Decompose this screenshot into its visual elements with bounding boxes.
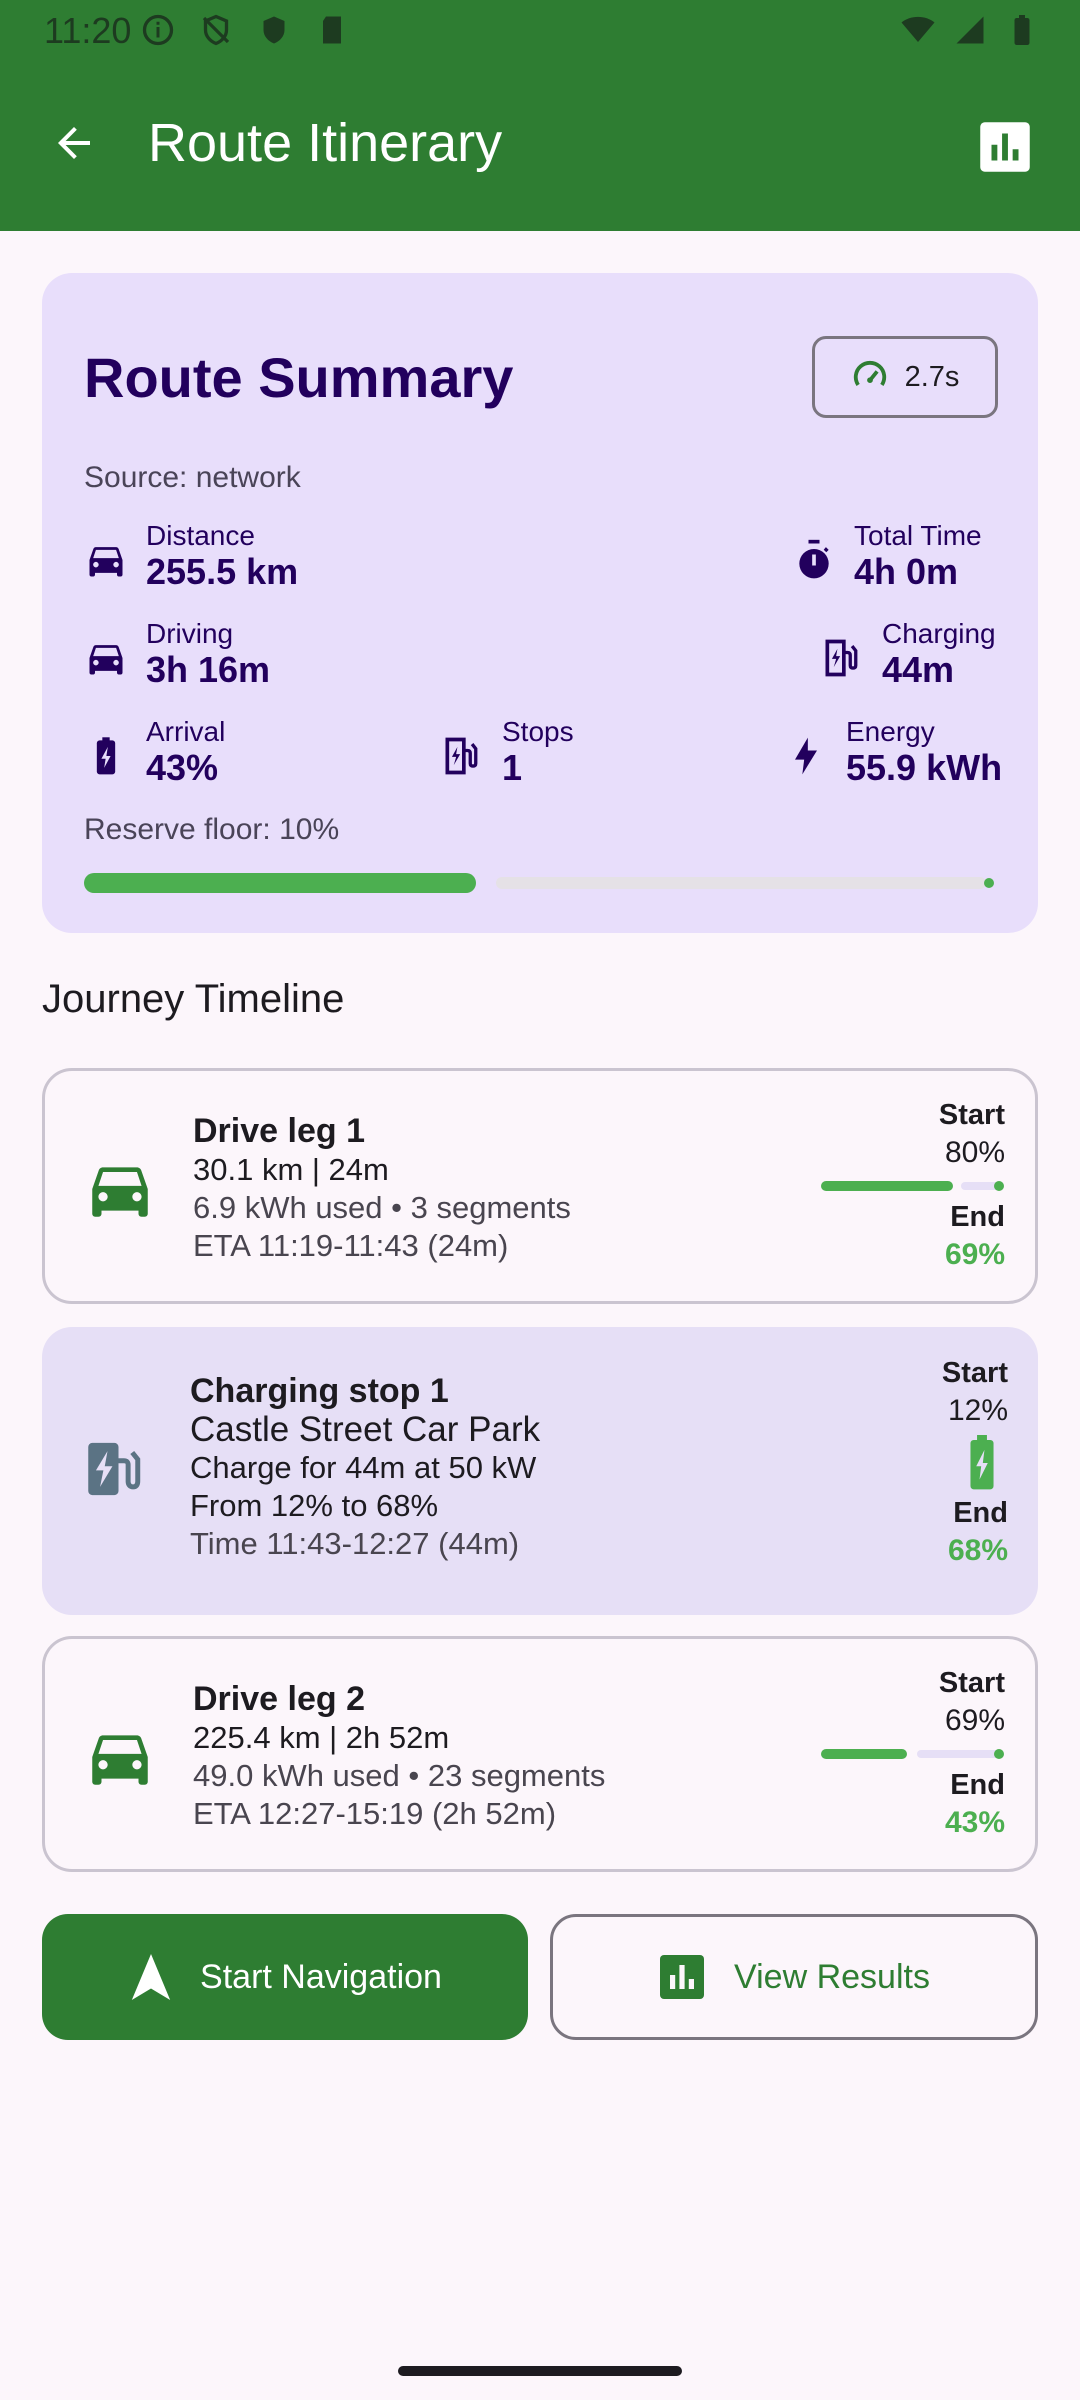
energy-label: Energy	[846, 716, 935, 747]
leg-distance-time: 225.4 km | 2h 52m	[193, 1720, 450, 1755]
start-label: Start	[938, 1099, 1005, 1131]
battery-charging-icon	[970, 1435, 994, 1490]
status-time: 11:20	[44, 10, 132, 51]
soc-bar	[821, 1181, 1004, 1191]
arrival-value: 43%	[146, 747, 219, 788]
arrival-battery-fill	[84, 873, 476, 893]
battery-charging-icon	[96, 737, 116, 775]
stop-charge-info: Charge for 44m at 50 kW	[190, 1450, 537, 1485]
back-button[interactable]	[44, 113, 104, 173]
ev-station-icon	[445, 737, 478, 775]
total-time-stat: Total Time 4h 0m	[792, 520, 982, 592]
start-soc: 80%	[944, 1136, 1005, 1169]
compute-time-value: 2.7s	[904, 360, 960, 393]
status-icons-left	[140, 12, 350, 48]
shield-icon	[263, 16, 285, 44]
leg-title: Drive leg 1	[193, 1112, 365, 1150]
stops-stat: Stops 1	[440, 716, 574, 788]
ev-station-icon	[825, 639, 858, 677]
drive-leg-card[interactable]: Drive leg 1 30.1 km | 24m 6.9 kWh used •…	[42, 1068, 1038, 1304]
reserve-floor-text: Reserve floor: 10%	[84, 813, 340, 846]
route-summary-card: Route Summary 2.7s Source: network Dista…	[42, 273, 1038, 933]
start-navigation-label: Start Navigation	[200, 1957, 442, 1996]
leg-energy: 49.0 kWh used • 23 segments	[193, 1758, 606, 1793]
car-icon	[92, 1735, 148, 1785]
start-soc: 12%	[947, 1394, 1008, 1427]
arrival-label: Arrival	[146, 716, 226, 747]
home-indicator[interactable]	[398, 2366, 682, 2376]
sd-card-icon	[323, 16, 341, 44]
leg-eta: ETA 11:19-11:43 (24m)	[193, 1228, 509, 1263]
status-icons-right	[900, 12, 1040, 48]
stops-label: Stops	[502, 716, 574, 747]
charging-stop-card[interactable]: Charging stop 1 Castle Street Car Park C…	[42, 1327, 1038, 1615]
leg-soc: Start 69% End 43%	[821, 1665, 1005, 1843]
bolt-icon	[795, 737, 817, 775]
view-results-button[interactable]: View Results	[550, 1914, 1038, 2040]
page-title: Route Itinerary	[148, 113, 503, 173]
arrival-battery-bar	[84, 873, 994, 893]
start-label: Start	[938, 1667, 1005, 1699]
charging-stat: Charging 44m	[820, 618, 996, 690]
energy-stat: Energy 55.9 kWh	[784, 716, 1002, 788]
leg-eta: ETA 12:27-15:19 (2h 52m)	[193, 1796, 557, 1831]
leg-distance-time: 30.1 km | 24m	[193, 1152, 389, 1187]
bar-chart-icon	[660, 1955, 705, 1999]
compute-time-chip[interactable]: 2.7s	[812, 336, 998, 418]
total-time-value: 4h 0m	[854, 551, 959, 592]
end-label: End	[950, 1769, 1005, 1801]
driving-value: 3h 16m	[146, 649, 271, 690]
arrival-stat: Arrival 43%	[84, 716, 225, 788]
soc-bar	[821, 1749, 1004, 1759]
view-results-label: View Results	[734, 1957, 930, 1996]
timer-icon	[799, 539, 829, 579]
car-icon	[89, 547, 123, 577]
end-soc: 68%	[947, 1534, 1008, 1567]
stop-location: Castle Street Car Park	[190, 1410, 541, 1449]
stop-title: Charging stop 1	[190, 1372, 449, 1410]
signal-icon	[956, 16, 984, 44]
total-time-label: Total Time	[854, 520, 982, 551]
distance-label: Distance	[146, 520, 255, 551]
start-soc: 69%	[944, 1704, 1005, 1737]
leg-soc: Start 80% End 69%	[821, 1097, 1005, 1275]
info-icon	[142, 14, 174, 46]
end-soc: 43%	[944, 1806, 1005, 1839]
navigation-icon	[131, 1954, 171, 2000]
end-label: End	[953, 1497, 1008, 1529]
summary-title: Route Summary	[84, 346, 514, 409]
arrow-back-icon	[58, 127, 90, 159]
ev-station-icon	[88, 1442, 141, 1496]
shield-off-icon	[202, 14, 230, 46]
stop-soc: Start 12% End 68%	[942, 1355, 1008, 1571]
drive-leg-card[interactable]: Drive leg 2 225.4 km | 2h 52m 49.0 kWh u…	[42, 1636, 1038, 1872]
car-icon	[89, 645, 123, 675]
driving-stat: Driving 3h 16m	[84, 618, 270, 690]
charging-value: 44m	[882, 649, 955, 690]
car-icon	[92, 1167, 148, 1217]
battery-icon	[1014, 15, 1030, 45]
stop-time: Time 11:43-12:27 (44m)	[190, 1526, 520, 1561]
distance-value: 255.5 km	[146, 551, 299, 592]
speed-icon	[853, 360, 886, 386]
wifi-icon	[901, 16, 935, 42]
end-soc: 69%	[944, 1238, 1005, 1271]
leg-title: Drive leg 2	[193, 1680, 365, 1718]
journey-timeline-title: Journey Timeline	[42, 977, 345, 1021]
distance-stat: Distance 255.5 km	[84, 520, 298, 592]
app-bar: 11:20 Route Itinerary	[0, 0, 1080, 231]
driving-label: Driving	[146, 618, 234, 649]
source-text: Source: network	[84, 461, 301, 494]
charging-label: Charging	[882, 618, 996, 649]
bar-chart-icon[interactable]	[978, 120, 1032, 174]
energy-value: 55.9 kWh	[846, 747, 1003, 788]
start-navigation-button[interactable]: Start Navigation	[42, 1914, 528, 2040]
end-label: End	[950, 1201, 1005, 1233]
stop-range: From 12% to 68%	[190, 1488, 439, 1523]
leg-energy: 6.9 kWh used • 3 segments	[193, 1190, 571, 1225]
stops-value: 1	[502, 747, 523, 788]
start-label: Start	[941, 1357, 1008, 1389]
